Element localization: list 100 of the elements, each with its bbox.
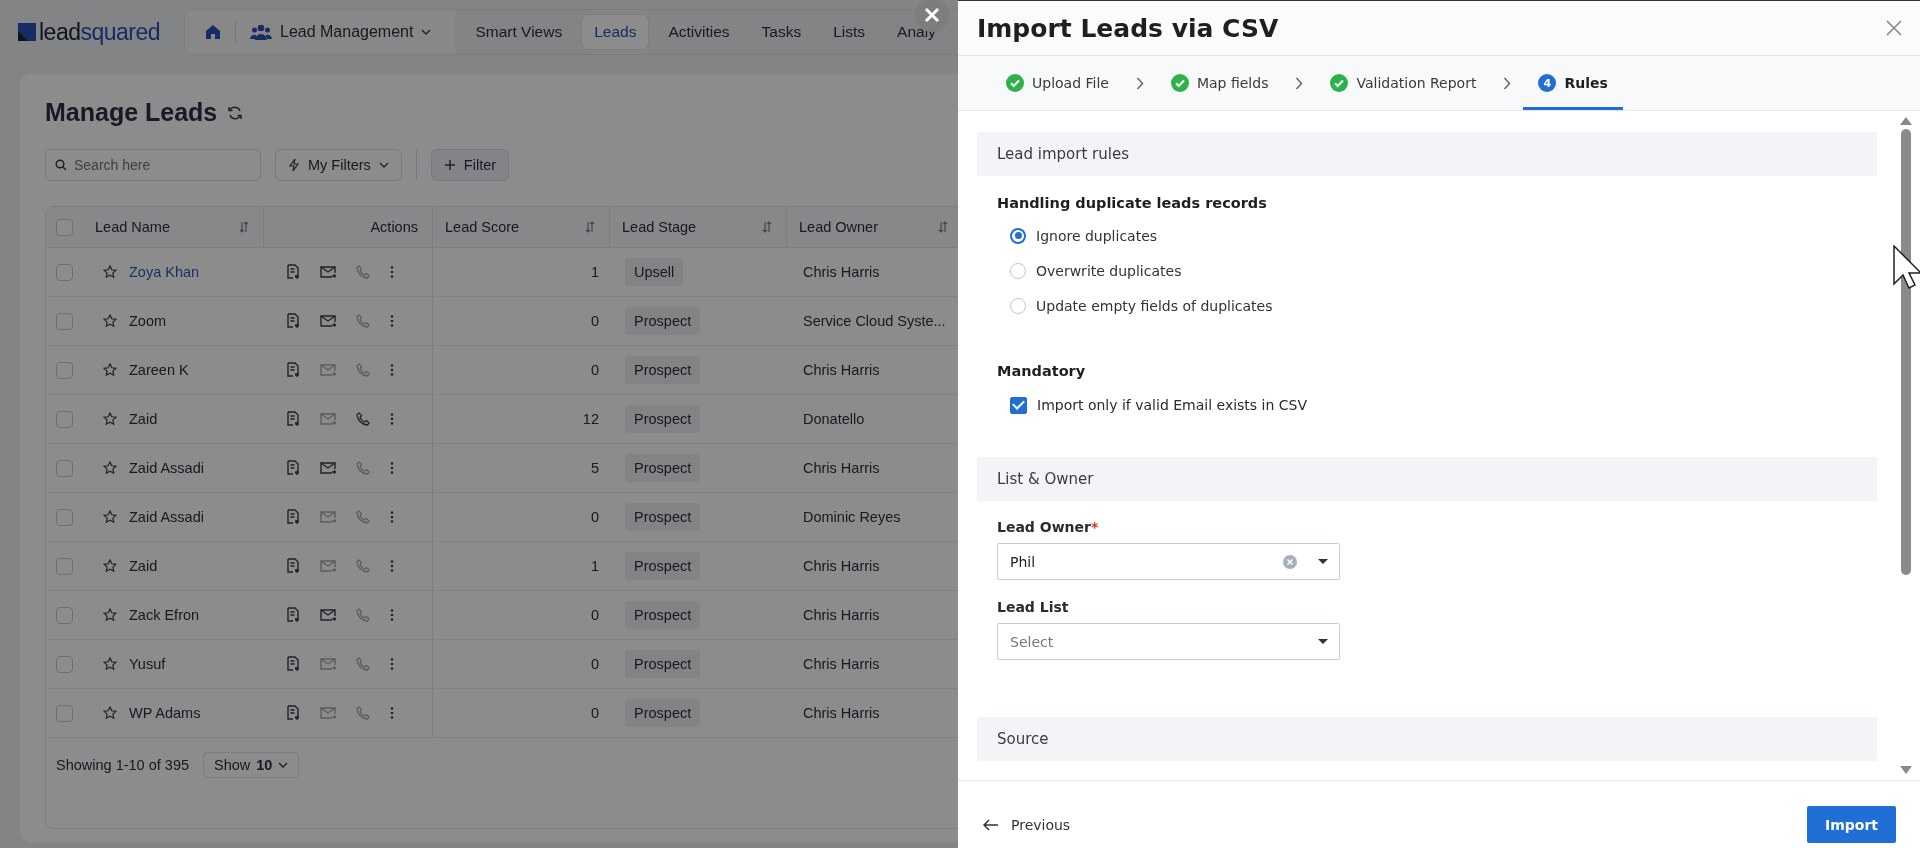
star-icon[interactable] <box>103 559 117 573</box>
scrollbar-thumb[interactable] <box>1901 129 1911 575</box>
more-icon[interactable] <box>390 510 394 524</box>
step-tab[interactable]: Validation Report <box>1315 56 1492 110</box>
note-add-icon[interactable] <box>286 656 300 672</box>
table-cell: Chris Harris <box>803 362 880 378</box>
lead-name-link[interactable]: Zoom <box>129 313 167 329</box>
table-cell: Chris Harris <box>803 264 880 280</box>
nav-tab[interactable]: Lists <box>821 15 878 49</box>
checkbox[interactable] <box>56 508 73 526</box>
select-field[interactable]: Select <box>997 623 1340 660</box>
more-icon[interactable] <box>390 412 394 426</box>
more-icon[interactable] <box>390 706 394 720</box>
lead-name-link[interactable]: Yusuf <box>129 656 166 672</box>
star-icon[interactable] <box>103 657 117 671</box>
note-add-icon[interactable] <box>286 264 300 280</box>
lead-name-link[interactable]: Zack Efron <box>129 607 200 623</box>
note-add-icon[interactable] <box>286 607 300 623</box>
home-icon[interactable] <box>205 24 221 40</box>
nav-tab[interactable]: Activities <box>656 15 742 49</box>
more-icon[interactable] <box>390 608 394 622</box>
my-filters-button[interactable]: My Filters <box>275 149 402 181</box>
checkbox[interactable] <box>56 312 73 330</box>
note-add-icon[interactable] <box>286 705 300 721</box>
lead-name-link[interactable]: WP Adams <box>129 705 201 721</box>
column-header[interactable]: Lead Stage <box>622 219 697 235</box>
mail-icon[interactable] <box>320 461 336 475</box>
page-size-dropdown[interactable]: Show 10 <box>203 752 300 778</box>
mail-icon[interactable] <box>320 608 336 622</box>
lead-name-link[interactable]: Zoya Khan <box>129 264 200 280</box>
star-icon[interactable] <box>103 265 117 279</box>
star-icon[interactable] <box>103 314 117 328</box>
mail-icon[interactable] <box>320 314 336 328</box>
star-icon[interactable] <box>103 510 117 524</box>
mail-icon[interactable] <box>320 265 336 279</box>
note-add-icon[interactable] <box>286 362 300 378</box>
star-icon[interactable] <box>103 363 117 377</box>
more-icon[interactable] <box>390 265 394 279</box>
star-icon[interactable] <box>103 706 117 720</box>
checkbox[interactable] <box>56 704 73 722</box>
checkbox[interactable] <box>56 557 73 575</box>
star-icon[interactable] <box>103 461 117 475</box>
lead-name-link[interactable]: Zaid Assadi <box>129 509 204 525</box>
more-icon[interactable] <box>390 559 394 573</box>
chevron-right-icon <box>1295 76 1304 90</box>
import-button[interactable]: Import <box>1807 806 1896 843</box>
note-add-icon[interactable] <box>286 558 300 574</box>
more-icon[interactable] <box>390 314 394 328</box>
step-number-badge: 4 <box>1538 74 1557 92</box>
checkbox[interactable] <box>56 606 73 624</box>
more-icon[interactable] <box>390 657 394 671</box>
step-tab[interactable]: 4 Rules <box>1523 56 1623 110</box>
select-field[interactable]: Phil <box>997 543 1340 580</box>
lead-name-link[interactable]: Zareen K <box>129 362 189 378</box>
search-field[interactable]: Search here <box>45 149 261 181</box>
dropdown-arrow-icon[interactable] <box>1318 559 1328 564</box>
more-icon[interactable] <box>390 363 394 377</box>
step-tab[interactable]: Map fields <box>1155 56 1284 110</box>
more-icon[interactable] <box>390 461 394 475</box>
section-header: List & Owner <box>977 457 1877 501</box>
lead-name-link[interactable]: Zaid <box>129 411 158 427</box>
refresh-icon[interactable] <box>227 104 244 121</box>
column-header[interactable]: Lead Owner <box>799 219 878 235</box>
note-add-icon[interactable] <box>286 509 300 525</box>
checkbox[interactable] <box>56 459 73 477</box>
column-header[interactable]: Lead Score <box>445 219 520 235</box>
checkbox[interactable] <box>56 218 73 236</box>
column-header[interactable]: Lead Name <box>95 219 170 235</box>
stage-tag: Prospect <box>625 405 701 433</box>
nav-tab[interactable]: Tasks <box>749 15 814 49</box>
sort-icon <box>239 221 249 233</box>
star-icon[interactable] <box>103 608 117 622</box>
lead-name-link[interactable]: Zaid <box>129 558 158 574</box>
lead-name-link[interactable]: Zaid Assadi <box>129 460 204 476</box>
dropdown-arrow-icon[interactable] <box>1318 639 1328 644</box>
checkbox[interactable] <box>56 361 73 379</box>
nav-tab[interactable]: Smart Views <box>463 15 575 49</box>
filter-button[interactable]: Filter <box>430 149 510 181</box>
field-label: Lead Owner* <box>997 519 1099 537</box>
note-add-icon[interactable] <box>286 313 300 329</box>
star-icon[interactable] <box>103 412 117 426</box>
checkbox-option[interactable]: Import only if valid Email exists in CSV <box>1010 395 1308 415</box>
table-cell: Donatello <box>803 411 865 427</box>
nav-tab[interactable]: Leads <box>582 15 649 49</box>
radio-option[interactable]: Ignore duplicates <box>1010 218 1158 253</box>
close-icon[interactable] <box>1886 20 1902 36</box>
previous-button[interactable]: Previous <box>983 817 1071 843</box>
phone-icon[interactable] <box>356 412 370 426</box>
checkbox[interactable] <box>56 263 73 281</box>
note-add-icon[interactable] <box>286 411 300 427</box>
module-dropdown[interactable]: Lead Management <box>250 23 432 41</box>
checkbox[interactable] <box>56 655 73 673</box>
note-add-icon[interactable] <box>286 460 300 476</box>
radio-option[interactable]: Update empty fields of duplicates <box>1010 288 1273 323</box>
step-tab[interactable]: Upload File <box>991 56 1124 110</box>
scroll-up-icon[interactable] <box>1900 117 1912 125</box>
table-cell: 5 <box>590 460 599 476</box>
checkbox[interactable] <box>56 410 73 428</box>
scroll-down-icon[interactable] <box>1900 766 1912 774</box>
radio-option[interactable]: Overwrite duplicates <box>1010 253 1182 288</box>
